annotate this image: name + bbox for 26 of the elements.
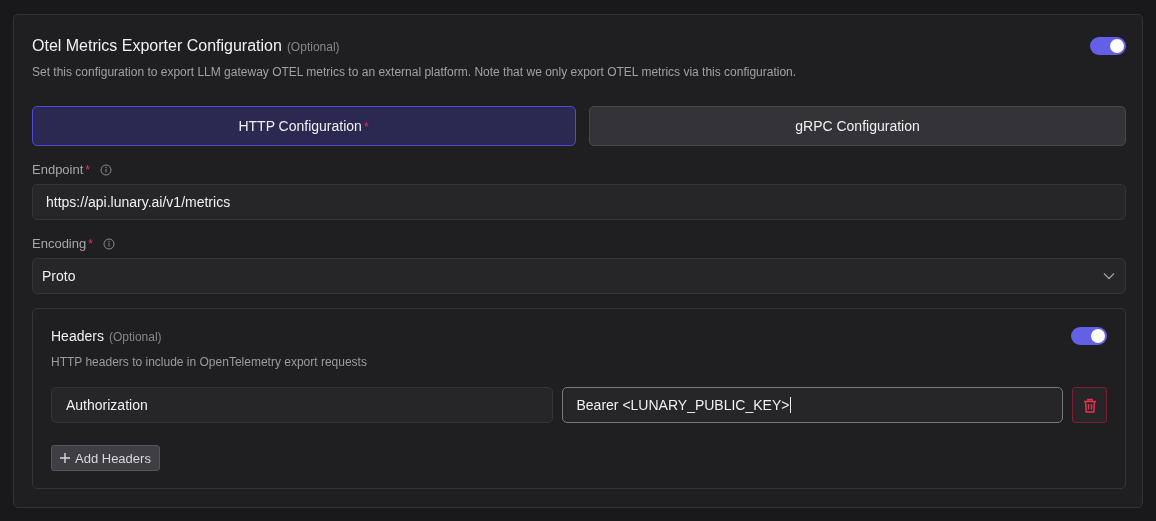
plus-icon <box>60 453 70 463</box>
toggle-switch[interactable] <box>1090 37 1126 55</box>
toggle-switch[interactable] <box>1071 327 1107 345</box>
required-mark: * <box>85 162 90 177</box>
required-mark: * <box>363 120 369 134</box>
header-value-input[interactable]: Bearer <LUNARY_PUBLIC_KEY> <box>561 387 1063 423</box>
required-mark: * <box>88 236 93 251</box>
chevron-down-icon <box>1103 272 1115 280</box>
info-icon[interactable] <box>100 163 112 176</box>
config-tab[interactable]: gRPC Configuration <box>589 106 1126 146</box>
delete-button[interactable] <box>1072 387 1107 423</box>
header-key-input[interactable]: Authorization <box>51 387 553 423</box>
optional-tag: (Optional) <box>108 330 162 344</box>
encoding-select[interactable]: Proto <box>32 258 1126 294</box>
section-title: Otel Metrics Exporter Configuration <box>32 37 282 55</box>
field-label: Encoding <box>32 236 87 251</box>
info-icon[interactable] <box>102 237 115 250</box>
endpoint-input[interactable]: https://api.lunary.ai/v1/metrics <box>32 184 1126 220</box>
config-tab[interactable]: HTTP Configuration* <box>32 106 576 146</box>
trash-icon <box>1082 397 1097 413</box>
field-label: Endpoint <box>32 162 84 177</box>
headers-title: Headers <box>51 328 104 344</box>
optional-tag: (Optional) <box>286 40 340 54</box>
add-headers-button[interactable]: Add Headers <box>51 445 160 471</box>
headers-description: HTTP headers to include in OpenTelemetry export requests <box>51 355 368 369</box>
section-description: Set this configuration to export LLM gateway OTEL metrics to an external platform. Note that we only export OTEL metrics via this configuration. <box>32 65 798 79</box>
